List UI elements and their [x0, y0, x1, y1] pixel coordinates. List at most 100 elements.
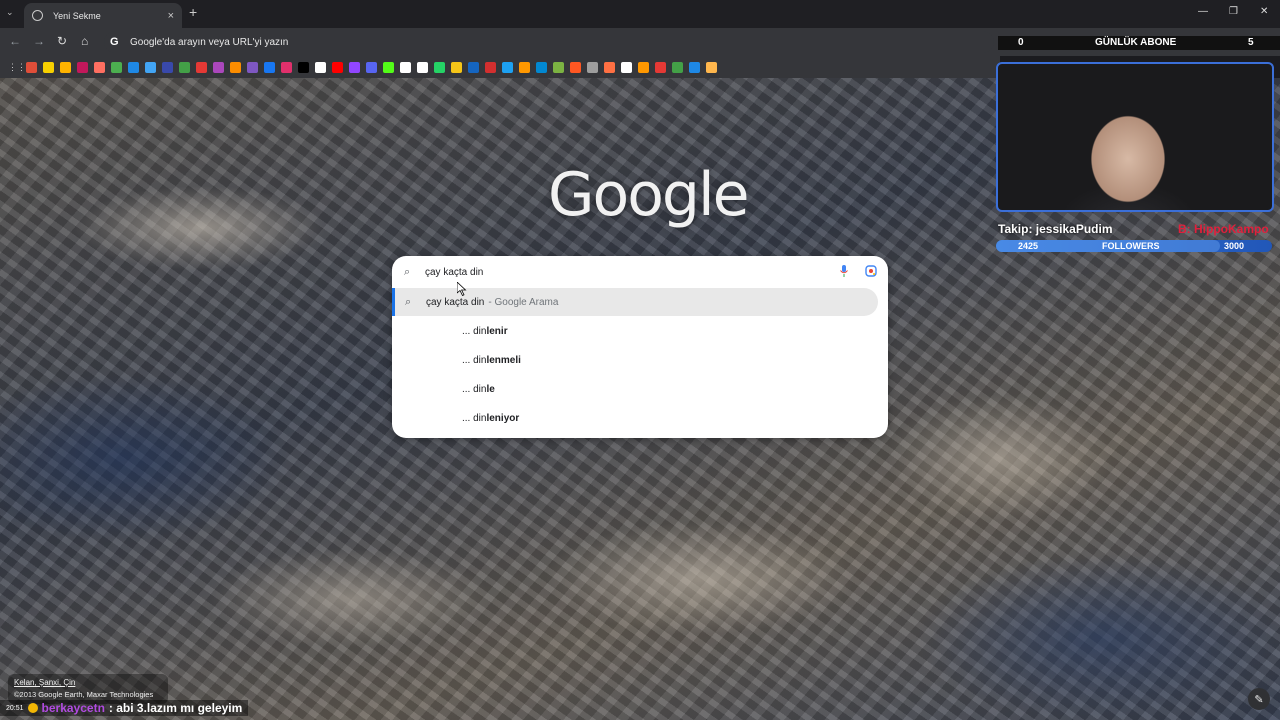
bookmark-icon[interactable]: [553, 61, 564, 73]
forward-button[interactable]: →: [33, 34, 45, 48]
chat-message: 20:51 berkaycetn : abi 3.lazım mı geleyi…: [0, 700, 249, 716]
lens-icon[interactable]: [865, 265, 877, 277]
bookmark-icon[interactable]: [230, 61, 241, 73]
bookmark-icon[interactable]: [655, 61, 666, 73]
suggestion-completion: lenmeli: [486, 354, 521, 366]
search-icon: ⌕: [404, 265, 411, 278]
bookmark-icon[interactable]: [281, 61, 292, 73]
viewer-count: 5: [1248, 37, 1254, 48]
suggestion-completion: le: [486, 383, 495, 395]
bookmark-icon[interactable]: [145, 61, 156, 73]
bookmark-icon[interactable]: [536, 61, 547, 73]
reload-button[interactable]: ↻: [57, 34, 67, 48]
omnibox-placeholder: Google'da arayın veya URL'yi yazın: [130, 36, 289, 48]
search-query: çay kaçta din: [425, 266, 484, 278]
bookmark-icon[interactable]: [162, 61, 173, 73]
back-button[interactable]: ←: [9, 34, 21, 48]
follow-label: FOLLOWERS: [1102, 241, 1160, 251]
suggestion-completion: leniyor: [486, 412, 520, 424]
follow-alert-text: Takip: jessikaPudim: [998, 222, 1113, 236]
suggestion-item[interactable]: ... din le: [392, 375, 888, 403]
tab-strip: ⌄ Yeni Sekme × + — ❐ ✕: [0, 0, 1280, 28]
bookmark-icon[interactable]: [604, 61, 615, 73]
bookmark-icon[interactable]: [400, 61, 411, 73]
tab-new-tab[interactable]: Yeni Sekme ×: [24, 3, 182, 28]
new-tab-button[interactable]: +: [189, 4, 197, 20]
location-link[interactable]: Kelan, Şanxi, Çin: [14, 678, 162, 687]
sub-alert-text: B: HippoKampo: [1178, 222, 1269, 236]
bookmark-icon[interactable]: [60, 61, 71, 73]
tab-search-button[interactable]: ⌄: [6, 7, 14, 18]
subs-label: GÜNLÜK ABONE: [1095, 37, 1177, 48]
bookmark-icon[interactable]: [502, 61, 513, 73]
bookmark-icon[interactable]: [196, 61, 207, 73]
bookmark-icon[interactable]: [417, 61, 428, 73]
bookmark-icon[interactable]: [366, 61, 377, 73]
suggestion-prefix: ... din: [462, 412, 487, 424]
mouse-cursor-icon: [457, 282, 467, 296]
home-button[interactable]: ⌂: [81, 34, 88, 48]
bookmark-icon[interactable]: [689, 61, 700, 73]
bookmark-icon[interactable]: [570, 61, 581, 73]
suggestion-text: çay kaçta din: [426, 296, 485, 308]
stream-top-bar: 0 GÜNLÜK ABONE 5: [998, 36, 1280, 50]
subs-count: 0: [1018, 37, 1024, 48]
omnibox[interactable]: G Google'da arayın veya URL'yi yazın: [104, 31, 994, 53]
bookmark-icon[interactable]: [383, 61, 394, 73]
follow-current: 2425: [1018, 241, 1039, 251]
close-window-button[interactable]: ✕: [1260, 6, 1268, 17]
bookmark-icon[interactable]: [468, 61, 479, 73]
globe-icon: [32, 10, 43, 21]
google-icon: G: [110, 36, 119, 48]
bookmark-icon[interactable]: [298, 61, 309, 73]
bookmark-icon[interactable]: [94, 61, 105, 73]
edit-icon[interactable]: ✎: [1248, 688, 1270, 710]
suggestion-item[interactable]: ... din leniyor: [392, 404, 888, 432]
chat-time: 20:51: [6, 704, 24, 712]
close-tab-icon[interactable]: ×: [168, 10, 174, 22]
suggestion-item[interactable]: ... din lenmeli: [392, 346, 888, 374]
suggestion-prefix: ... din: [462, 383, 487, 395]
suggestion-hint: - Google Arama: [488, 296, 559, 308]
tab-title: Yeni Sekme: [53, 10, 101, 21]
chat-text: : abi 3.lazım mı geleyim: [108, 701, 243, 715]
bookmark-icon[interactable]: [672, 61, 683, 73]
bookmark-icon[interactable]: [179, 61, 190, 73]
follower-progress-bar: 2425 FOLLOWERS 3000: [996, 240, 1272, 252]
bookmark-icon[interactable]: [621, 61, 632, 73]
bookmark-icon[interactable]: [247, 61, 258, 73]
bookmark-icon[interactable]: [264, 61, 275, 73]
minimize-button[interactable]: —: [1198, 6, 1208, 17]
microphone-icon[interactable]: [839, 265, 849, 277]
bookmark-icon[interactable]: [451, 61, 462, 73]
bookmarks-bar: ⋮⋮: [0, 56, 1000, 78]
google-logo: Google: [548, 160, 750, 230]
user-badge-icon: [27, 703, 38, 713]
bookmark-icon[interactable]: [43, 61, 54, 73]
suggestion-item[interactable]: ... din lenir: [392, 317, 888, 345]
suggestion-prefix: ... din: [462, 325, 487, 337]
chat-username: berkaycetn: [41, 701, 105, 715]
bookmark-icon[interactable]: [111, 61, 122, 73]
bookmark-icon[interactable]: [434, 61, 445, 73]
suggestion-prefix: ... din: [462, 354, 487, 366]
search-icon: ⌕: [405, 295, 412, 308]
bookmark-icon[interactable]: [706, 61, 717, 73]
bookmark-icon[interactable]: [315, 61, 326, 73]
apps-icon[interactable]: ⋮⋮: [8, 62, 26, 73]
bookmark-icon[interactable]: [485, 61, 496, 73]
follow-goal: 3000: [1224, 241, 1245, 251]
bookmark-icon[interactable]: [349, 61, 360, 73]
bookmark-icon[interactable]: [638, 61, 649, 73]
bookmark-icon[interactable]: [77, 61, 88, 73]
copyright-text: ©2013 Google Earth, Maxar Technologies: [14, 690, 154, 699]
bookmark-icon[interactable]: [587, 61, 598, 73]
bookmark-icon[interactable]: [519, 61, 530, 73]
bookmark-icon[interactable]: [213, 61, 224, 73]
webcam-overlay: [996, 62, 1274, 212]
bookmark-icon[interactable]: [26, 61, 37, 73]
restore-button[interactable]: ❐: [1229, 6, 1238, 17]
bookmark-icon[interactable]: [128, 61, 139, 73]
follower-goal-widget: Takip: jessikaPudim B: HippoKampo 2425 F…: [996, 218, 1272, 254]
bookmark-icon[interactable]: [332, 61, 343, 73]
